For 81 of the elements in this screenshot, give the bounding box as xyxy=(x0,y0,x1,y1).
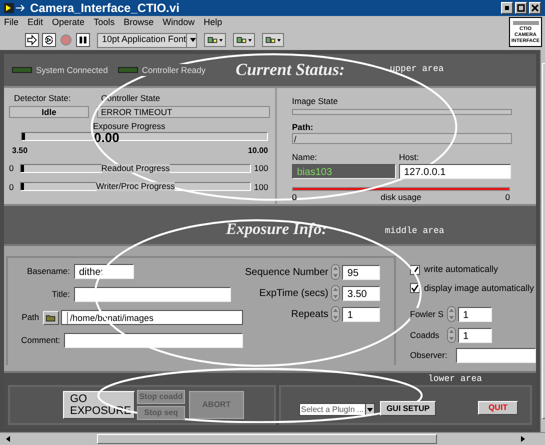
checkbox-label: display image automatically xyxy=(424,282,534,295)
maximize-icon xyxy=(517,4,525,12)
font-dropdown[interactable]: 10pt Application Font xyxy=(97,32,197,48)
field-label: Path: xyxy=(292,120,314,134)
field-label: Coadds xyxy=(410,328,440,342)
annotation-label: lower area xyxy=(428,374,484,385)
field-label: Path xyxy=(20,311,40,324)
number-field[interactable]: 3.50 xyxy=(342,286,380,300)
comment-field[interactable] xyxy=(64,333,243,348)
title-field[interactable] xyxy=(74,287,231,302)
scale-min: 0 xyxy=(9,180,15,194)
progress-label: Writer/Proc Progress xyxy=(96,182,175,192)
menu-item[interactable]: Help xyxy=(204,16,222,30)
field-label: Host: xyxy=(399,151,420,164)
app-icon xyxy=(4,3,26,13)
window-title: Camera_Interface_CTIO.vi xyxy=(30,0,180,17)
field-label: Repeats xyxy=(291,308,330,322)
progress-label: Exposure Progress xyxy=(93,120,166,132)
detector-state-display: Idle xyxy=(9,106,89,118)
field-label: Image State xyxy=(292,95,339,108)
folder-icon[interactable] xyxy=(43,310,59,324)
menu-item[interactable]: Operate xyxy=(52,16,85,30)
section-heading: Current Status: xyxy=(236,59,345,82)
menu-item[interactable]: Window xyxy=(162,16,195,30)
dropdown-arrow-icon[interactable] xyxy=(366,406,374,414)
pause-icon[interactable] xyxy=(76,33,90,47)
number-field[interactable]: 95 xyxy=(342,264,380,280)
scale-max: 100 xyxy=(254,180,270,194)
scale-max: 100 xyxy=(254,162,270,174)
close-button[interactable] xyxy=(529,2,541,14)
field-label: Sequence Number xyxy=(245,266,330,280)
number-field[interactable]: 1 xyxy=(458,306,492,322)
field-label: Name: xyxy=(292,151,318,164)
field-label: Comment: xyxy=(20,334,62,347)
annotation-label: middle area xyxy=(384,224,444,238)
text-field[interactable]: dither xyxy=(74,264,134,279)
field-label: Fowler S xyxy=(410,308,445,320)
scale-max: 0 xyxy=(505,191,510,204)
run-arrow-icon[interactable] xyxy=(25,33,39,47)
bar-label: disk usage xyxy=(380,191,422,204)
horizontal-scrollbar[interactable] xyxy=(0,432,545,445)
scroll-right-icon[interactable] xyxy=(519,435,527,443)
field-label: Detector State: xyxy=(13,92,72,105)
progress-value: 0.00 xyxy=(94,130,120,147)
scale-min: 0 xyxy=(9,162,15,174)
field-label: Title: xyxy=(50,288,71,301)
progress-label: Readout Progress xyxy=(101,164,170,173)
observer-field[interactable] xyxy=(456,348,536,363)
led-label: System Connected xyxy=(36,64,108,76)
gui-setup-button[interactable]: GUI SETUP xyxy=(380,401,436,416)
scroll-left-icon[interactable] xyxy=(4,435,12,443)
dropdown-arrow-icon[interactable] xyxy=(189,36,198,44)
section-heading: Exposure Info: xyxy=(226,220,327,240)
field-label: ExpTime (secs) xyxy=(259,286,330,300)
scale-min: 3.50 xyxy=(12,144,28,157)
maximize-button[interactable] xyxy=(515,2,527,14)
controller-state-display: ERROR TIMEOUT xyxy=(97,106,270,118)
checkbox-label: write automatically xyxy=(424,263,498,276)
run-continuously-icon[interactable] xyxy=(42,33,56,47)
path-display: / xyxy=(292,133,512,144)
minimize-icon xyxy=(503,4,511,12)
menu-item[interactable]: Edit xyxy=(28,16,44,30)
minimize-button[interactable] xyxy=(501,2,513,14)
menu-item[interactable]: Browse xyxy=(124,16,154,30)
field-label: Observer: xyxy=(410,349,448,362)
scale-max: 10.00 xyxy=(248,144,268,157)
host-display[interactable]: 127.0.0.1 xyxy=(399,164,511,179)
name-display[interactable]: bias103 xyxy=(292,164,396,179)
field-label: Controller State xyxy=(100,92,162,105)
align-objects-icon[interactable] xyxy=(204,33,226,47)
number-field[interactable]: 1 xyxy=(342,306,380,322)
path-field[interactable]: /home/bonati/images xyxy=(61,310,243,325)
menu-item[interactable]: File xyxy=(4,16,19,30)
field-label: Basename: xyxy=(26,265,71,278)
close-icon xyxy=(531,4,539,12)
menu-item[interactable]: Tools xyxy=(94,16,115,30)
led-label: Controller Ready xyxy=(142,64,206,76)
checkbox[interactable] xyxy=(410,283,420,294)
number-field[interactable]: 1 xyxy=(458,328,492,342)
plugin-dropdown[interactable]: Select a PlugIn ... xyxy=(299,403,375,416)
annotation-label: upper area xyxy=(390,63,444,76)
